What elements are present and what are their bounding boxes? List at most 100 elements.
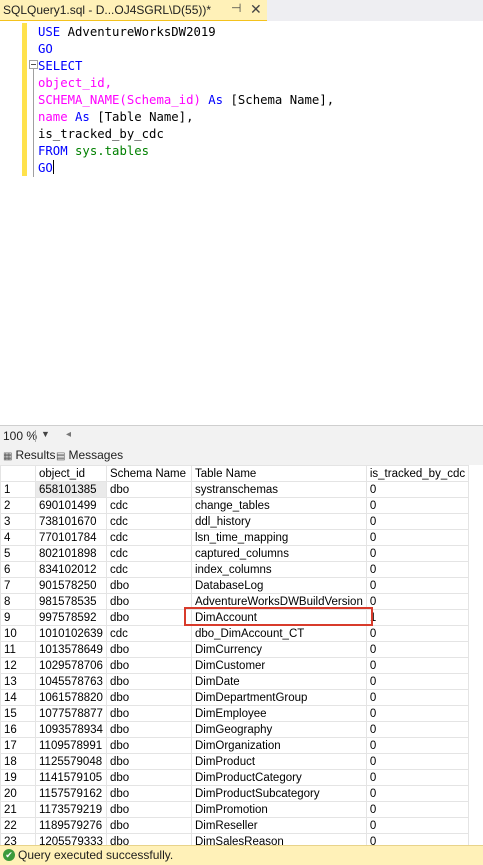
object-id-cell[interactable]: 1029578706 (35, 657, 107, 674)
object-id-cell[interactable]: 1061578820 (35, 689, 107, 706)
row-number[interactable]: 9 (0, 609, 36, 626)
table-name-cell[interactable]: DimProductSubcategory (190, 785, 367, 802)
table-row[interactable]: 17 1109578991 dbo DimOrganization 0 (0, 737, 470, 754)
schema-name-cell[interactable]: cdc (105, 497, 192, 514)
table-row[interactable]: 16 1093578934 dbo DimGeography 0 (0, 721, 470, 738)
schema-name-cell[interactable]: dbo (105, 801, 192, 818)
table-row[interactable]: 14 1061578820 dbo DimDepartmentGroup 0 (0, 689, 470, 706)
is-tracked-cell[interactable]: 0 (365, 801, 470, 818)
table-row[interactable]: 15 1077578877 dbo DimEmployee 0 (0, 705, 470, 722)
table-row[interactable]: 22 1189579276 dbo DimReseller 0 (0, 817, 470, 834)
column-header[interactable]: Schema Name (105, 465, 192, 482)
object-id-cell[interactable]: 658101385 (35, 481, 107, 498)
row-number[interactable]: 23 (0, 833, 36, 845)
is-tracked-cell[interactable]: 0 (365, 577, 470, 594)
table-row[interactable]: 20 1157579162 dbo DimProductSubcategory 0 (0, 785, 470, 802)
table-row[interactable]: 18 1125579048 dbo DimProduct 0 (0, 753, 470, 770)
is-tracked-cell[interactable]: 0 (365, 513, 470, 530)
object-id-cell[interactable]: 1205579333 (35, 833, 107, 845)
schema-name-cell[interactable]: cdc (105, 625, 192, 642)
results-grid[interactable]: object_id Schema Name Table Name is_trac… (0, 465, 483, 845)
table-name-cell[interactable]: DimProduct (190, 753, 367, 770)
table-name-cell[interactable]: DimEmployee (190, 705, 367, 722)
table-name-cell[interactable]: lsn_time_mapping (190, 529, 367, 546)
table-name-cell[interactable]: DimPromotion (190, 801, 367, 818)
row-number[interactable]: 6 (0, 561, 36, 578)
table-row[interactable]: 13 1045578763 dbo DimDate 0 (0, 673, 470, 690)
is-tracked-cell[interactable]: 1 (365, 609, 470, 626)
is-tracked-cell[interactable]: 0 (365, 673, 470, 690)
is-tracked-cell[interactable]: 0 (365, 737, 470, 754)
object-id-cell[interactable]: 1125579048 (35, 753, 107, 770)
table-name-cell[interactable]: dbo_DimAccount_CT (190, 625, 367, 642)
schema-name-cell[interactable]: dbo (105, 769, 192, 786)
table-row[interactable]: 4 770101784 cdc lsn_time_mapping 0 (0, 529, 470, 546)
column-header[interactable]: is_tracked_by_cdc (365, 465, 470, 482)
table-name-cell[interactable]: DimCurrency (190, 641, 367, 658)
table-name-cell[interactable]: systranschemas (190, 481, 367, 498)
is-tracked-cell[interactable]: 0 (365, 705, 470, 722)
schema-name-cell[interactable]: dbo (105, 785, 192, 802)
is-tracked-cell[interactable]: 0 (365, 497, 470, 514)
schema-name-cell[interactable]: dbo (105, 641, 192, 658)
row-number[interactable]: 7 (0, 577, 36, 594)
is-tracked-cell[interactable]: 0 (365, 833, 470, 845)
schema-name-cell[interactable]: dbo (105, 593, 192, 610)
is-tracked-cell[interactable]: 0 (365, 721, 470, 738)
object-id-cell[interactable]: 738101670 (35, 513, 107, 530)
table-row[interactable]: 5 802101898 cdc captured_columns 0 (0, 545, 470, 562)
table-row[interactable]: 2 690101499 cdc change_tables 0 (0, 497, 470, 514)
object-id-cell[interactable]: 802101898 (35, 545, 107, 562)
row-number[interactable]: 19 (0, 769, 36, 786)
column-header[interactable]: object_id (35, 465, 107, 482)
row-number[interactable]: 5 (0, 545, 36, 562)
schema-name-cell[interactable]: dbo (105, 721, 192, 738)
table-row[interactable]: 7 901578250 dbo DatabaseLog 0 (0, 577, 470, 594)
is-tracked-cell[interactable]: 0 (365, 657, 470, 674)
table-row[interactable]: 10 1010102639 cdc dbo_DimAccount_CT 0 (0, 625, 470, 642)
object-id-cell[interactable]: 1157579162 (35, 785, 107, 802)
pin-icon[interactable]: ⊣ (231, 1, 241, 15)
table-row[interactable]: 1 658101385 dbo systranschemas 0 (0, 481, 470, 498)
object-id-cell[interactable]: 770101784 (35, 529, 107, 546)
is-tracked-cell[interactable]: 0 (365, 561, 470, 578)
schema-name-cell[interactable]: dbo (105, 689, 192, 706)
object-id-cell[interactable]: 901578250 (35, 577, 107, 594)
table-row[interactable]: 23 1205579333 dbo DimSalesReason 0 (0, 833, 470, 845)
query-tab[interactable]: SQLQuery1.sql - D...OJ4SGRL\D(55))* ⊣ ✕ (0, 0, 267, 21)
sql-editor[interactable]: USE AdventureWorksDW2019 GO SELECT objec… (0, 21, 483, 423)
schema-name-cell[interactable]: dbo (105, 577, 192, 594)
is-tracked-cell[interactable]: 0 (365, 545, 470, 562)
table-name-cell[interactable]: index_columns (190, 561, 367, 578)
table-name-cell[interactable]: change_tables (190, 497, 367, 514)
table-name-cell[interactable]: DimProductCategory (190, 769, 367, 786)
object-id-cell[interactable]: 1189579276 (35, 817, 107, 834)
row-number[interactable]: 11 (0, 641, 36, 658)
row-number[interactable]: 12 (0, 657, 36, 674)
row-number[interactable]: 21 (0, 801, 36, 818)
scroll-left-icon[interactable]: ◂ (66, 429, 71, 440)
table-name-cell[interactable]: DimDepartmentGroup (190, 689, 367, 706)
object-id-cell[interactable]: 1013578649 (35, 641, 107, 658)
row-number[interactable]: 8 (0, 593, 36, 610)
row-number-header[interactable] (0, 465, 36, 482)
object-id-cell[interactable]: 981578535 (35, 593, 107, 610)
row-number[interactable]: 13 (0, 673, 36, 690)
row-number[interactable]: 4 (0, 529, 36, 546)
schema-name-cell[interactable]: dbo (105, 753, 192, 770)
table-row[interactable]: 12 1029578706 dbo DimCustomer 0 (0, 657, 470, 674)
zoom-level[interactable]: 100 % (3, 429, 37, 443)
row-number[interactable]: 2 (0, 497, 36, 514)
is-tracked-cell[interactable]: 0 (365, 625, 470, 642)
schema-name-cell[interactable]: dbo (105, 705, 192, 722)
schema-name-cell[interactable]: cdc (105, 545, 192, 562)
table-name-cell[interactable]: DimCustomer (190, 657, 367, 674)
column-header[interactable]: Table Name (190, 465, 367, 482)
is-tracked-cell[interactable]: 0 (365, 481, 470, 498)
table-row[interactable]: 3 738101670 cdc ddl_history 0 (0, 513, 470, 530)
schema-name-cell[interactable]: dbo (105, 657, 192, 674)
table-row[interactable]: 6 834102012 cdc index_columns 0 (0, 561, 470, 578)
row-number[interactable]: 16 (0, 721, 36, 738)
schema-name-cell[interactable]: cdc (105, 561, 192, 578)
table-name-cell[interactable]: captured_columns (190, 545, 367, 562)
